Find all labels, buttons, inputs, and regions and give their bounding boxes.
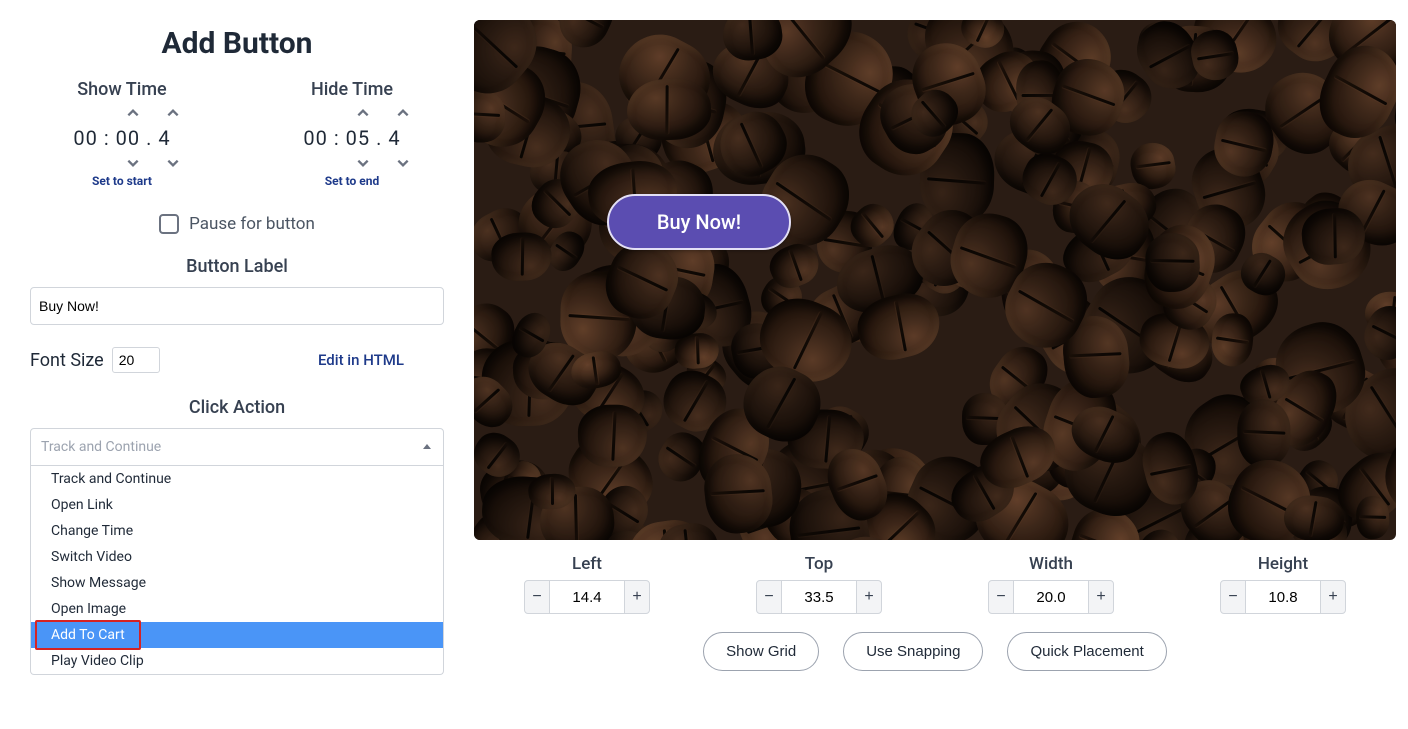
click-action-option[interactable]: Open Image [31, 596, 443, 622]
hide-time-block: Hide Time 00 : 05 . 4 Set to end [272, 79, 432, 188]
chevron-up-icon[interactable] [166, 106, 180, 120]
increment-button[interactable]: + [856, 580, 882, 614]
pause-label: Pause for button [189, 214, 315, 234]
click-action-option[interactable]: Show Message [31, 570, 443, 596]
click-action-placeholder: Track and Continue [41, 439, 161, 455]
click-action-option[interactable]: Add To Cart [31, 622, 443, 648]
left-stepper: − + [524, 580, 650, 614]
edit-in-html-link[interactable]: Edit in HTML [318, 351, 404, 369]
click-action-option[interactable]: Play Video Clip [31, 648, 443, 674]
increment-button[interactable]: + [624, 580, 650, 614]
set-to-end-link[interactable]: Set to end [325, 174, 380, 188]
pause-checkbox[interactable] [159, 214, 179, 234]
chevron-down-icon[interactable] [356, 156, 370, 170]
panel-title: Add Button [162, 26, 313, 61]
width-stepper: − + [988, 580, 1114, 614]
hide-time-value[interactable]: 00 : 05 . 4 [303, 126, 400, 150]
click-action-combobox[interactable]: Track and Continue [30, 428, 444, 466]
height-stepper: − + [1220, 580, 1346, 614]
chevron-down-icon[interactable] [126, 156, 140, 170]
left-input[interactable] [550, 580, 624, 614]
font-size-label: Font Size [30, 350, 104, 371]
chevron-down-icon[interactable] [396, 156, 410, 170]
set-to-start-link[interactable]: Set to start [92, 174, 152, 188]
button-label-heading: Button Label [186, 256, 288, 277]
width-label: Width [1029, 554, 1073, 574]
click-action-heading: Click Action [189, 397, 285, 418]
top-label: Top [805, 554, 833, 574]
left-label: Left [572, 554, 602, 574]
click-action-option[interactable]: Change Time [31, 518, 443, 544]
font-size-input[interactable] [112, 347, 160, 373]
decrement-button[interactable]: − [988, 580, 1014, 614]
show-time-label: Show Time [77, 79, 166, 100]
click-action-option[interactable]: Track and Continue [31, 466, 443, 492]
click-action-option[interactable]: Open Link [31, 492, 443, 518]
show-time-block: Show Time 00 : 00 . 4 Set to start [42, 79, 202, 188]
button-label-input[interactable] [30, 287, 444, 325]
height-label: Height [1258, 554, 1308, 574]
top-stepper: − + [756, 580, 882, 614]
decrement-button[interactable]: − [756, 580, 782, 614]
use-snapping-button[interactable]: Use Snapping [843, 632, 983, 671]
show-time-value[interactable]: 00 : 00 . 4 [73, 126, 170, 150]
increment-button[interactable]: + [1320, 580, 1346, 614]
width-input[interactable] [1014, 580, 1088, 614]
decrement-button[interactable]: − [1220, 580, 1246, 614]
hide-time-label: Hide Time [311, 79, 393, 100]
show-grid-button[interactable]: Show Grid [703, 632, 819, 671]
chevron-up-icon[interactable] [126, 106, 140, 120]
click-action-dropdown[interactable]: Track and ContinueOpen LinkChange TimeSw… [30, 466, 444, 675]
height-input[interactable] [1246, 580, 1320, 614]
top-input[interactable] [782, 580, 856, 614]
video-preview[interactable]: Buy Now! [474, 20, 1396, 540]
decrement-button[interactable]: − [524, 580, 550, 614]
chevron-up-icon [421, 441, 433, 453]
chevron-down-icon[interactable] [166, 156, 180, 170]
preview-button[interactable]: Buy Now! [607, 194, 791, 250]
quick-placement-button[interactable]: Quick Placement [1007, 632, 1166, 671]
increment-button[interactable]: + [1088, 580, 1114, 614]
click-action-option[interactable]: Switch Video [31, 544, 443, 570]
chevron-up-icon[interactable] [396, 106, 410, 120]
chevron-up-icon[interactable] [356, 106, 370, 120]
